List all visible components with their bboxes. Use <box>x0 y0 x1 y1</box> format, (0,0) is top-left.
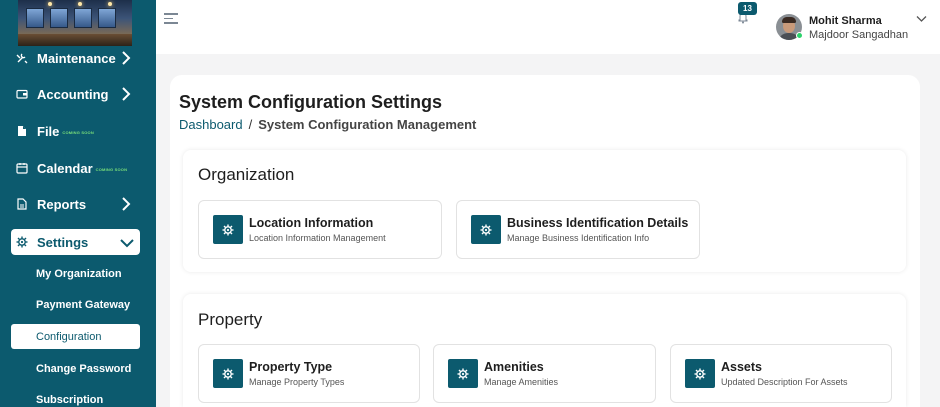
tile-description: Manage Business Identification Info <box>507 233 650 243</box>
chevron-right-icon <box>122 51 131 65</box>
gear-icon <box>213 215 243 244</box>
sidebar-item-accounting[interactable]: Accounting <box>0 80 156 108</box>
sidebar-banner-image <box>18 0 132 46</box>
file-icon <box>16 125 28 137</box>
sidebar-item-label: Maintenance <box>37 50 116 66</box>
sidebar-item-label: File <box>37 123 60 139</box>
sidebar-subitem-payment-gateway[interactable]: Payment Gateway <box>11 292 140 317</box>
tile-assets[interactable]: Assets Updated Description For Assets <box>670 344 892 403</box>
tile-title: Amenities <box>484 360 544 374</box>
tile-title: Assets <box>721 360 762 374</box>
tile-description: Manage Amenities <box>484 377 559 387</box>
coming-soon-badge: COMING SOON <box>95 166 128 172</box>
chevron-right-icon <box>122 197 131 211</box>
tile-description: Updated Description For Assets <box>721 377 848 387</box>
gear-icon <box>685 359 715 388</box>
breadcrumb-current: System Configuration Management <box>258 117 477 132</box>
sidebar-item-label: Calendar <box>37 160 93 176</box>
sidebar-subitem-change-password[interactable]: Change Password <box>11 356 140 381</box>
gear-icon <box>448 359 478 388</box>
gear-icon <box>471 215 501 244</box>
section-title: Organization <box>198 165 295 184</box>
tile-description: Manage Property Types <box>249 377 345 387</box>
section-title: Property <box>198 310 263 329</box>
user-organization: Majdoor Sangadhan <box>809 29 909 41</box>
wallet-icon <box>16 88 28 100</box>
menu-toggle-icon[interactable] <box>164 13 178 25</box>
sidebar-item-calendar[interactable]: Calendar COMING SOON <box>0 154 156 182</box>
notification-count-badge: 13 <box>738 2 757 15</box>
tile-property-type[interactable]: Property Type Manage Property Types <box>198 344 420 403</box>
user-name: Mohit Sharma <box>809 15 882 27</box>
document-icon <box>16 198 28 210</box>
tile-amenities[interactable]: Amenities Manage Amenities <box>433 344 656 403</box>
tile-description: Location Information Management <box>249 233 386 243</box>
sidebar-item-label: Settings <box>37 234 89 250</box>
chevron-down-icon[interactable] <box>916 15 927 23</box>
tile-title: Property Type <box>249 360 333 374</box>
sidebar-subitem-my-organization[interactable]: My Organization <box>11 261 140 286</box>
sidebar: Maintenance Accounting File COMING SOON … <box>0 0 156 407</box>
chevron-down-icon <box>120 239 134 248</box>
page-title: System Configuration Settings <box>179 92 443 112</box>
organization-section: Organization Location Information Locati… <box>183 150 906 272</box>
sidebar-item-reports[interactable]: Reports <box>0 190 156 218</box>
sidebar-item-label: Reports <box>37 196 87 212</box>
tile-business-identification-details[interactable]: Business Identification Details Manage B… <box>456 200 700 259</box>
sidebar-item-settings[interactable]: Settings <box>11 229 140 255</box>
calendar-icon <box>16 162 28 174</box>
tile-title: Location Information <box>249 216 374 230</box>
property-section: Property Property Type Manage Property T… <box>183 294 906 407</box>
tools-icon <box>16 52 28 64</box>
breadcrumb: Dashboard / System Configuration Managem… <box>179 117 476 132</box>
breadcrumb-separator: / <box>248 117 253 132</box>
coming-soon-badge: COMING SOON <box>62 129 94 135</box>
tile-title: Business Identification Details <box>507 216 689 230</box>
sidebar-item-label: Accounting <box>37 86 109 102</box>
top-header: 13 Mohit Sharma Majdoor Sangadhan <box>156 0 940 54</box>
tile-location-information[interactable]: Location Information Location Informatio… <box>198 200 442 259</box>
sidebar-subitem-subscription[interactable]: Subscription <box>11 387 140 407</box>
sidebar-item-maintenance[interactable]: Maintenance <box>0 44 156 72</box>
breadcrumb-link-dashboard[interactable]: Dashboard <box>179 117 243 132</box>
gear-icon <box>213 359 243 388</box>
sidebar-item-file[interactable]: File COMING SOON <box>0 117 156 145</box>
chevron-right-icon <box>122 87 131 101</box>
online-status-dot <box>796 32 803 39</box>
sidebar-subitem-configuration[interactable]: Configuration <box>11 324 140 349</box>
gear-icon <box>16 236 28 248</box>
